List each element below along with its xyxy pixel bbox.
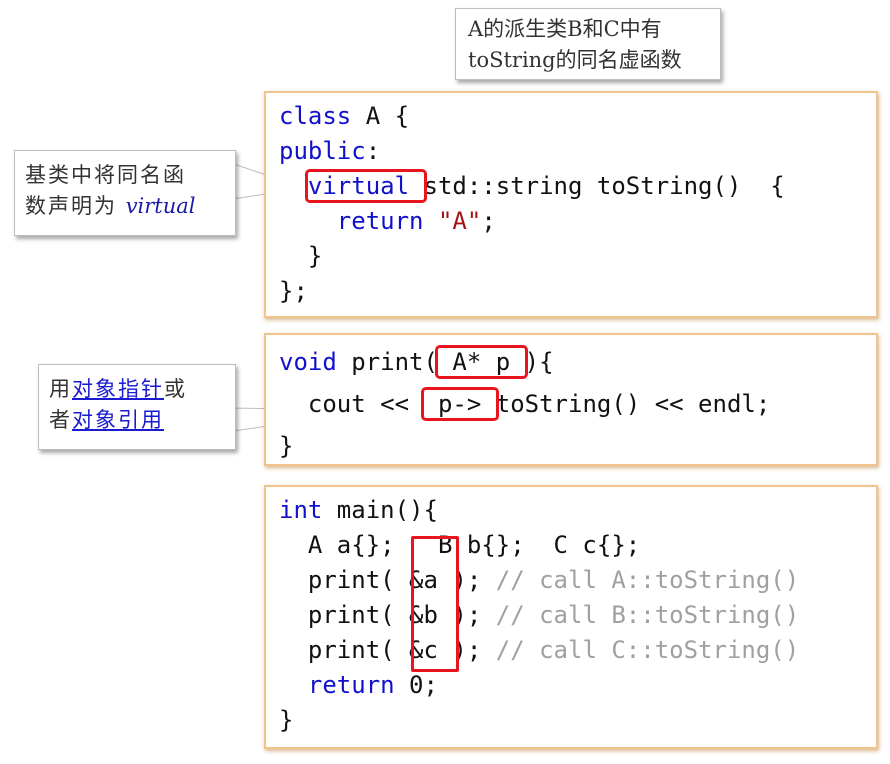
code-line: return 0; (279, 668, 876, 703)
callout-pointer-line1: 用对象指针或 (49, 374, 235, 405)
code-line: print( &c ); // call C::toString() (279, 633, 876, 668)
keyword: return (336, 207, 424, 235)
comment: // call C::toString() (495, 636, 800, 664)
arrow-operator-highlight: p-> (420, 387, 499, 421)
callout-text: 或 (164, 377, 187, 401)
string-literal: "A" (437, 207, 482, 235)
callout-pointer-line2: 者对象引用 (49, 405, 235, 436)
code-text: print( (336, 348, 438, 376)
keyword: int (279, 496, 323, 524)
code-line: print( &b ); // call B::toString() (279, 598, 876, 633)
title-note-line2: toString的同名虚函数 (468, 48, 682, 72)
keyword: class (279, 102, 352, 130)
callout-text: 者 (49, 408, 72, 432)
keyword: void (279, 348, 337, 376)
title-note-line1: A的派生类B和C中有 (468, 17, 662, 41)
code-line: return "A"; (279, 204, 876, 239)
code-line: print( &a ); // call A::toString() (279, 563, 876, 598)
callout-virtual-text: 数声明为 (25, 194, 126, 218)
title-note: A的派生类B和C中有 toString的同名虚函数 (455, 8, 721, 80)
code-text: print( (279, 566, 410, 594)
code-line: class A { (279, 99, 876, 134)
virtual-keyword-emphasis: virtual (125, 194, 196, 218)
code-block-main: int main(){ A a{}; B b{}; C c{}; print( … (264, 485, 878, 749)
code-text: A { (351, 102, 410, 130)
comment: // call B::toString() (495, 601, 800, 629)
code-line: } (279, 242, 323, 270)
object-pointer-link[interactable]: 对象指针 (72, 377, 164, 401)
code-line: A a{}; B b{}; C c{}; (279, 531, 641, 559)
code-line: } (279, 706, 294, 734)
code-text: : (365, 137, 381, 165)
code-text: ; (481, 207, 496, 235)
code-text: 0; (394, 671, 438, 699)
keyword: public (279, 137, 366, 165)
code-line: public: (279, 134, 876, 169)
callout-text: 用 (49, 377, 72, 401)
code-line: virtual std::string toString() { (279, 169, 876, 204)
code-text: cout << (279, 390, 424, 418)
code-text: ){ (524, 348, 554, 376)
code-text: print( (279, 601, 410, 629)
code-text: std::string toString() { (423, 172, 785, 200)
object-reference-link[interactable]: 对象引用 (72, 408, 164, 432)
code-text: main(){ (322, 496, 438, 524)
pointer-param-highlight: A* p (434, 345, 528, 379)
virtual-highlight: virtual (304, 169, 427, 203)
comment: // call A::toString() (495, 566, 800, 594)
callout-virtual-line2: 数声明为 virtual (25, 191, 235, 222)
code-line: } (279, 432, 294, 460)
code-text: print( (279, 636, 410, 664)
address-args-highlight (411, 536, 459, 672)
code-block-print: void print( A* p ){ cout << p-> toString… (264, 333, 878, 466)
code-line: }; (279, 277, 308, 305)
code-text: toString() << endl; (495, 390, 771, 418)
callout-virtual-line1: 基类中将同名函 (25, 163, 186, 187)
code-line: cout << p-> toString() << endl; (279, 383, 876, 425)
code-line: int main(){ (279, 493, 876, 528)
callout-pointer-reference: 用对象指针或 者对象引用 (38, 364, 236, 450)
keyword: return (307, 671, 395, 699)
code-block-class-a: class A { public: virtual std::string to… (264, 91, 878, 318)
callout-virtual: 基类中将同名函 数声明为 virtual (14, 150, 236, 236)
code-line: void print( A* p ){ (279, 341, 876, 383)
